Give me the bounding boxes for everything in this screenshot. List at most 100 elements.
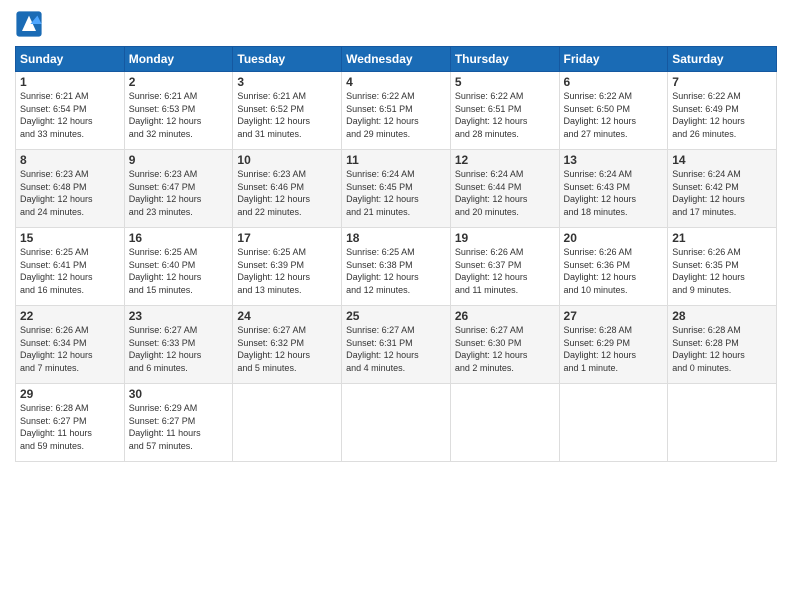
table-row: 8Sunrise: 6:23 AM Sunset: 6:48 PM Daylig… — [16, 150, 125, 228]
table-row — [342, 384, 451, 462]
day-number: 27 — [564, 309, 664, 323]
table-row: 22Sunrise: 6:26 AM Sunset: 6:34 PM Dayli… — [16, 306, 125, 384]
table-row: 21Sunrise: 6:26 AM Sunset: 6:35 PM Dayli… — [668, 228, 777, 306]
table-row: 20Sunrise: 6:26 AM Sunset: 6:36 PM Dayli… — [559, 228, 668, 306]
day-number: 3 — [237, 75, 337, 89]
day-info: Sunrise: 6:27 AM Sunset: 6:32 PM Dayligh… — [237, 324, 337, 374]
table-row: 27Sunrise: 6:28 AM Sunset: 6:29 PM Dayli… — [559, 306, 668, 384]
table-row: 30Sunrise: 6:29 AM Sunset: 6:27 PM Dayli… — [124, 384, 233, 462]
day-info: Sunrise: 6:26 AM Sunset: 6:34 PM Dayligh… — [20, 324, 120, 374]
day-number: 4 — [346, 75, 446, 89]
day-number: 2 — [129, 75, 229, 89]
day-number: 19 — [455, 231, 555, 245]
day-number: 7 — [672, 75, 772, 89]
table-row: 4Sunrise: 6:22 AM Sunset: 6:51 PM Daylig… — [342, 72, 451, 150]
day-info: Sunrise: 6:25 AM Sunset: 6:40 PM Dayligh… — [129, 246, 229, 296]
table-row: 1Sunrise: 6:21 AM Sunset: 6:54 PM Daylig… — [16, 72, 125, 150]
table-row: 9Sunrise: 6:23 AM Sunset: 6:47 PM Daylig… — [124, 150, 233, 228]
table-row: 14Sunrise: 6:24 AM Sunset: 6:42 PM Dayli… — [668, 150, 777, 228]
day-number: 24 — [237, 309, 337, 323]
table-row: 3Sunrise: 6:21 AM Sunset: 6:52 PM Daylig… — [233, 72, 342, 150]
day-number: 1 — [20, 75, 120, 89]
table-row: 25Sunrise: 6:27 AM Sunset: 6:31 PM Dayli… — [342, 306, 451, 384]
table-row: 5Sunrise: 6:22 AM Sunset: 6:51 PM Daylig… — [450, 72, 559, 150]
day-number: 9 — [129, 153, 229, 167]
day-info: Sunrise: 6:26 AM Sunset: 6:36 PM Dayligh… — [564, 246, 664, 296]
calendar-header-row: Sunday Monday Tuesday Wednesday Thursday… — [16, 47, 777, 72]
table-row — [559, 384, 668, 462]
day-number: 21 — [672, 231, 772, 245]
day-info: Sunrise: 6:27 AM Sunset: 6:31 PM Dayligh… — [346, 324, 446, 374]
col-saturday: Saturday — [668, 47, 777, 72]
col-sunday: Sunday — [16, 47, 125, 72]
day-info: Sunrise: 6:22 AM Sunset: 6:50 PM Dayligh… — [564, 90, 664, 140]
day-number: 18 — [346, 231, 446, 245]
day-info: Sunrise: 6:22 AM Sunset: 6:51 PM Dayligh… — [346, 90, 446, 140]
table-row: 24Sunrise: 6:27 AM Sunset: 6:32 PM Dayli… — [233, 306, 342, 384]
day-number: 11 — [346, 153, 446, 167]
table-row: 6Sunrise: 6:22 AM Sunset: 6:50 PM Daylig… — [559, 72, 668, 150]
day-number: 12 — [455, 153, 555, 167]
day-info: Sunrise: 6:21 AM Sunset: 6:54 PM Dayligh… — [20, 90, 120, 140]
day-info: Sunrise: 6:26 AM Sunset: 6:35 PM Dayligh… — [672, 246, 772, 296]
day-info: Sunrise: 6:24 AM Sunset: 6:45 PM Dayligh… — [346, 168, 446, 218]
logo — [15, 10, 47, 38]
day-number: 6 — [564, 75, 664, 89]
table-row — [668, 384, 777, 462]
col-monday: Monday — [124, 47, 233, 72]
col-tuesday: Tuesday — [233, 47, 342, 72]
table-row: 12Sunrise: 6:24 AM Sunset: 6:44 PM Dayli… — [450, 150, 559, 228]
day-number: 16 — [129, 231, 229, 245]
day-info: Sunrise: 6:21 AM Sunset: 6:52 PM Dayligh… — [237, 90, 337, 140]
day-info: Sunrise: 6:28 AM Sunset: 6:28 PM Dayligh… — [672, 324, 772, 374]
page-header — [15, 10, 777, 38]
calendar-week-row: 22Sunrise: 6:26 AM Sunset: 6:34 PM Dayli… — [16, 306, 777, 384]
table-row: 18Sunrise: 6:25 AM Sunset: 6:38 PM Dayli… — [342, 228, 451, 306]
calendar-week-row: 29Sunrise: 6:28 AM Sunset: 6:27 PM Dayli… — [16, 384, 777, 462]
calendar-week-row: 1Sunrise: 6:21 AM Sunset: 6:54 PM Daylig… — [16, 72, 777, 150]
col-thursday: Thursday — [450, 47, 559, 72]
day-number: 30 — [129, 387, 229, 401]
table-row: 2Sunrise: 6:21 AM Sunset: 6:53 PM Daylig… — [124, 72, 233, 150]
table-row: 29Sunrise: 6:28 AM Sunset: 6:27 PM Dayli… — [16, 384, 125, 462]
day-number: 5 — [455, 75, 555, 89]
table-row: 10Sunrise: 6:23 AM Sunset: 6:46 PM Dayli… — [233, 150, 342, 228]
day-number: 17 — [237, 231, 337, 245]
table-row — [233, 384, 342, 462]
day-number: 23 — [129, 309, 229, 323]
table-row: 19Sunrise: 6:26 AM Sunset: 6:37 PM Dayli… — [450, 228, 559, 306]
day-info: Sunrise: 6:21 AM Sunset: 6:53 PM Dayligh… — [129, 90, 229, 140]
day-info: Sunrise: 6:26 AM Sunset: 6:37 PM Dayligh… — [455, 246, 555, 296]
day-info: Sunrise: 6:22 AM Sunset: 6:51 PM Dayligh… — [455, 90, 555, 140]
day-number: 15 — [20, 231, 120, 245]
table-row: 17Sunrise: 6:25 AM Sunset: 6:39 PM Dayli… — [233, 228, 342, 306]
day-info: Sunrise: 6:23 AM Sunset: 6:47 PM Dayligh… — [129, 168, 229, 218]
day-info: Sunrise: 6:25 AM Sunset: 6:38 PM Dayligh… — [346, 246, 446, 296]
day-info: Sunrise: 6:22 AM Sunset: 6:49 PM Dayligh… — [672, 90, 772, 140]
day-info: Sunrise: 6:23 AM Sunset: 6:48 PM Dayligh… — [20, 168, 120, 218]
day-info: Sunrise: 6:24 AM Sunset: 6:44 PM Dayligh… — [455, 168, 555, 218]
day-info: Sunrise: 6:27 AM Sunset: 6:33 PM Dayligh… — [129, 324, 229, 374]
logo-icon — [15, 10, 43, 38]
day-number: 10 — [237, 153, 337, 167]
day-number: 20 — [564, 231, 664, 245]
day-number: 14 — [672, 153, 772, 167]
calendar-week-row: 8Sunrise: 6:23 AM Sunset: 6:48 PM Daylig… — [16, 150, 777, 228]
day-number: 26 — [455, 309, 555, 323]
day-number: 29 — [20, 387, 120, 401]
day-info: Sunrise: 6:28 AM Sunset: 6:29 PM Dayligh… — [564, 324, 664, 374]
day-number: 22 — [20, 309, 120, 323]
day-info: Sunrise: 6:24 AM Sunset: 6:43 PM Dayligh… — [564, 168, 664, 218]
table-row: 15Sunrise: 6:25 AM Sunset: 6:41 PM Dayli… — [16, 228, 125, 306]
col-wednesday: Wednesday — [342, 47, 451, 72]
day-info: Sunrise: 6:24 AM Sunset: 6:42 PM Dayligh… — [672, 168, 772, 218]
table-row: 16Sunrise: 6:25 AM Sunset: 6:40 PM Dayli… — [124, 228, 233, 306]
day-info: Sunrise: 6:25 AM Sunset: 6:39 PM Dayligh… — [237, 246, 337, 296]
day-info: Sunrise: 6:23 AM Sunset: 6:46 PM Dayligh… — [237, 168, 337, 218]
day-info: Sunrise: 6:28 AM Sunset: 6:27 PM Dayligh… — [20, 402, 120, 452]
day-number: 8 — [20, 153, 120, 167]
col-friday: Friday — [559, 47, 668, 72]
table-row — [450, 384, 559, 462]
day-info: Sunrise: 6:27 AM Sunset: 6:30 PM Dayligh… — [455, 324, 555, 374]
day-info: Sunrise: 6:25 AM Sunset: 6:41 PM Dayligh… — [20, 246, 120, 296]
